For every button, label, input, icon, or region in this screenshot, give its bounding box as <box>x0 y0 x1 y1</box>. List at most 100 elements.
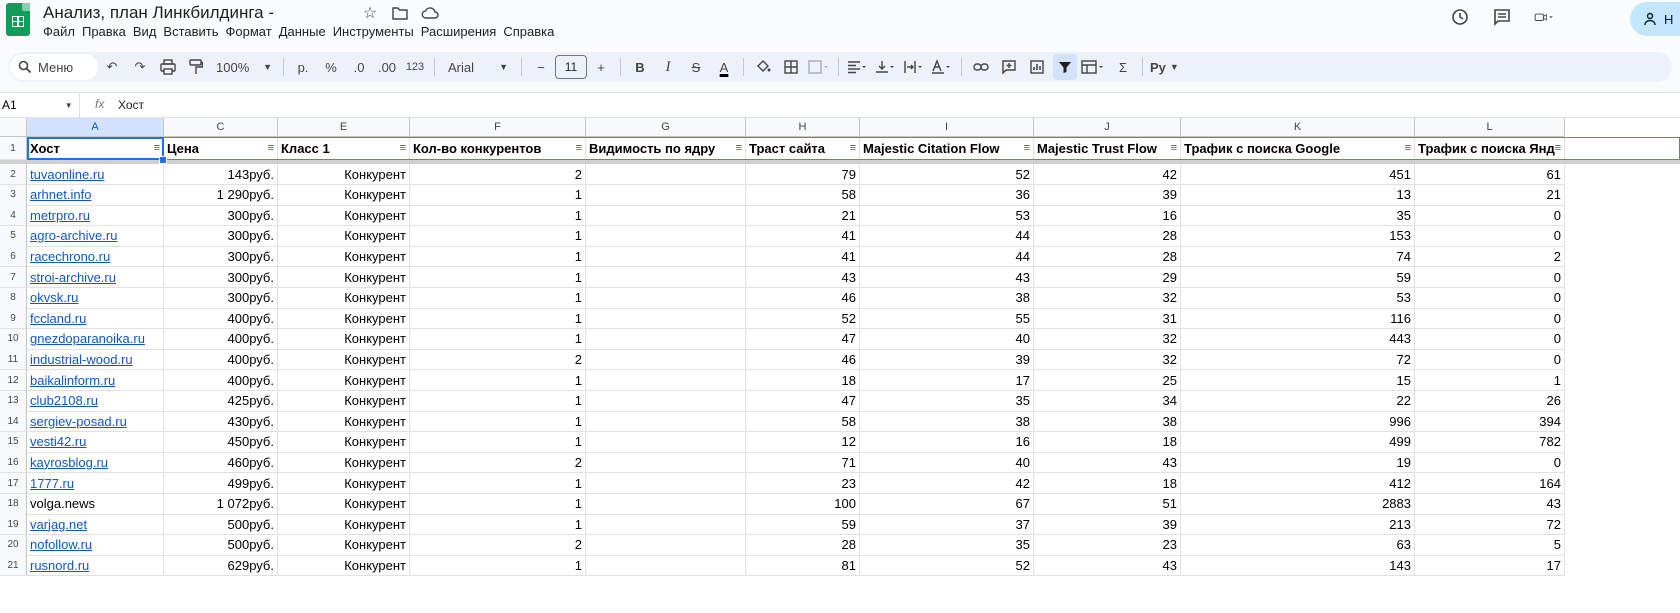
row-header[interactable]: 5 <box>0 225 27 247</box>
table-cell[interactable]: 42 <box>1034 164 1181 185</box>
table-cell[interactable]: 40 <box>860 452 1034 474</box>
host-link-cell[interactable]: vesti42.ru <box>27 431 164 453</box>
table-cell[interactable]: 28 <box>746 534 860 556</box>
redo-icon[interactable]: ↷ <box>128 54 152 80</box>
table-cell[interactable]: 59 <box>1181 267 1415 288</box>
functions-button[interactable]: Σ <box>1111 54 1135 80</box>
menu-data[interactable]: Данные <box>279 24 333 39</box>
table-cell[interactable]: 300руб. <box>164 246 278 268</box>
row-header[interactable]: 4 <box>0 205 27 227</box>
table-cell[interactable]: Конкурент <box>278 431 410 453</box>
table-cell[interactable]: 300руб. <box>164 205 278 227</box>
row-header[interactable]: 17 <box>0 473 27 494</box>
formula-input[interactable]: Хост <box>118 98 144 112</box>
table-cell[interactable]: 18 <box>746 370 860 391</box>
header-cell[interactable]: Хост ≡ <box>27 137 164 160</box>
row-header[interactable]: 19 <box>0 514 27 536</box>
table-cell[interactable]: 153 <box>1181 225 1415 247</box>
table-cell[interactable]: 213 <box>1181 514 1415 536</box>
table-cell[interactable]: 16 <box>860 431 1034 453</box>
table-cell[interactable]: 51 <box>1034 493 1181 515</box>
table-cell[interactable]: 81 <box>746 555 860 577</box>
column-header-j[interactable]: J <box>1034 118 1181 137</box>
menu-file[interactable]: Файл <box>43 24 82 39</box>
table-cell[interactable]: 0 <box>1415 225 1565 247</box>
table-cell[interactable]: 499руб. <box>164 473 278 494</box>
italic-button[interactable]: I <box>656 54 680 80</box>
table-cell[interactable]: 63 <box>1181 534 1415 556</box>
table-cell[interactable]: 15 <box>1181 370 1415 391</box>
increase-font-size-button[interactable]: + <box>589 54 613 80</box>
table-cell[interactable]: 23 <box>746 473 860 494</box>
table-cell[interactable]: 450руб. <box>164 431 278 453</box>
table-cell[interactable]: Конкурент <box>278 349 410 371</box>
table-cell[interactable]: 13 <box>1181 184 1415 206</box>
header-cell[interactable]: Трафик с поиска Google ≡ <box>1181 137 1415 160</box>
menu-tools[interactable]: Инструменты <box>333 24 421 39</box>
table-cell[interactable] <box>586 205 746 227</box>
table-cell[interactable]: 40 <box>860 328 1034 350</box>
table-cell[interactable]: 42 <box>860 473 1034 494</box>
table-cell[interactable] <box>586 534 746 556</box>
table-cell[interactable]: 1 072руб. <box>164 493 278 515</box>
table-cell[interactable]: Конкурент <box>278 164 410 185</box>
table-cell[interactable] <box>586 452 746 474</box>
font-size-input[interactable]: 11 <box>555 55 587 79</box>
table-cell[interactable]: Конкурент <box>278 184 410 206</box>
table-cell[interactable]: 1 <box>410 246 586 268</box>
table-cell[interactable]: 52 <box>746 308 860 330</box>
table-cell[interactable]: 1 290руб. <box>164 184 278 206</box>
host-link-cell[interactable]: gnezdoparanoika.ru <box>27 328 164 350</box>
header-cell[interactable]: Класс 1 ≡ <box>278 137 410 160</box>
table-cell[interactable]: 1 <box>410 205 586 227</box>
table-cell[interactable] <box>586 308 746 330</box>
table-cell[interactable] <box>586 164 746 185</box>
table-cell[interactable]: 300руб. <box>164 225 278 247</box>
host-link-cell[interactable]: metrpro.ru <box>27 205 164 227</box>
table-cell[interactable]: 17 <box>1415 555 1565 577</box>
menu-view[interactable]: Вид <box>133 24 164 39</box>
table-cell[interactable] <box>586 555 746 577</box>
filter-icon[interactable] <box>1053 54 1077 80</box>
table-cell[interactable]: 41 <box>746 246 860 268</box>
table-cell[interactable]: 0 <box>1415 452 1565 474</box>
row-header[interactable]: 10 <box>0 328 27 350</box>
table-cell[interactable]: 21 <box>1415 184 1565 206</box>
table-cell[interactable]: 36 <box>860 184 1034 206</box>
table-cell[interactable]: 35 <box>860 390 1034 412</box>
table-cell[interactable] <box>586 287 746 309</box>
fill-handle[interactable] <box>159 156 167 164</box>
table-cell[interactable]: 400руб. <box>164 349 278 371</box>
version-history-icon[interactable] <box>1450 7 1470 27</box>
filter-dropdown-icon[interactable]: ≡ <box>850 142 856 154</box>
menu-help[interactable]: Справка <box>503 24 561 39</box>
bold-button[interactable]: B <box>628 54 652 80</box>
sheets-logo-icon[interactable] <box>6 3 30 36</box>
table-cell[interactable]: 74 <box>1181 246 1415 268</box>
host-link-cell[interactable]: club2108.ru <box>27 390 164 412</box>
table-cell[interactable]: 43 <box>860 267 1034 288</box>
insert-comment-icon[interactable] <box>997 54 1021 80</box>
table-cell[interactable]: Конкурент <box>278 411 410 433</box>
table-cell[interactable]: Конкурент <box>278 555 410 577</box>
table-cell[interactable]: 29 <box>1034 267 1181 288</box>
column-header-i[interactable]: I <box>860 118 1034 137</box>
table-cell[interactable]: 46 <box>746 349 860 371</box>
host-link-cell[interactable]: varjag.net <box>27 514 164 536</box>
select-all-corner[interactable] <box>0 118 27 137</box>
table-cell[interactable]: 1 <box>410 555 586 577</box>
table-cell[interactable]: 53 <box>1181 287 1415 309</box>
table-cell[interactable]: 0 <box>1415 328 1565 350</box>
row-header[interactable]: 21 <box>0 555 27 577</box>
table-cell[interactable]: 500руб. <box>164 534 278 556</box>
meet-video-icon[interactable] <box>1534 7 1554 27</box>
table-cell[interactable]: 2 <box>410 349 586 371</box>
column-header-e[interactable]: E <box>278 118 410 137</box>
table-cell[interactable]: 17 <box>860 370 1034 391</box>
table-cell[interactable]: 2 <box>1415 246 1565 268</box>
table-cell[interactable]: 394 <box>1415 411 1565 433</box>
filter-views-icon[interactable] <box>1081 54 1107 80</box>
header-cell[interactable]: Трафик с поиска Янд ≡ <box>1415 137 1565 160</box>
host-link-cell[interactable]: rusnord.ru <box>27 555 164 577</box>
filter-dropdown-icon[interactable]: ≡ <box>1171 142 1177 154</box>
